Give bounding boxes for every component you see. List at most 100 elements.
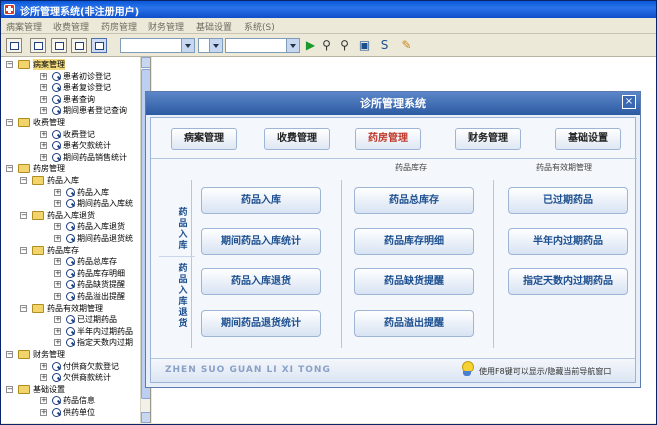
folder-icon <box>18 118 30 127</box>
expand-icon[interactable]: + <box>54 188 61 196</box>
play-icon[interactable]: ▶ <box>303 38 318 53</box>
tree-label: 期间药品入库统 <box>77 199 133 209</box>
expand-icon[interactable]: + <box>54 281 61 289</box>
tree-label: 药品总库存 <box>77 257 117 267</box>
tree-label: 期间患者登记查询 <box>63 106 127 116</box>
collapse-icon[interactable]: − <box>6 385 13 393</box>
expand-icon[interactable]: + <box>54 293 61 300</box>
view-button[interactable] <box>30 38 46 53</box>
folder-icon <box>18 384 30 394</box>
magnifier-icon <box>51 129 61 140</box>
expand-icon[interactable]: + <box>40 153 47 161</box>
section-expiry-title: 药品有效期管理 <box>536 163 592 172</box>
half-year-expiry-button[interactable]: 半年内过期药品 <box>508 228 628 255</box>
total-stock-button[interactable]: 药品总库存 <box>354 187 474 214</box>
pencil-icon[interactable]: ✎ <box>399 38 414 53</box>
expand-icon[interactable]: + <box>40 72 47 80</box>
scroll-down-button[interactable] <box>141 412 150 423</box>
tab-pharmacy[interactable]: 药房管理 <box>355 128 421 150</box>
magnifier-icon <box>65 198 75 209</box>
tree-label: 收费管理 <box>33 118 65 127</box>
refresh-icon[interactable]: S <box>377 38 392 53</box>
find-icon[interactable]: ⚲ <box>319 38 334 53</box>
expand-icon[interactable]: + <box>40 95 47 103</box>
tab-settings[interactable]: 基础设置 <box>555 128 621 150</box>
tree-label: 患者查询 <box>63 94 95 104</box>
tree-label: 药品入库退货 <box>77 222 125 232</box>
close-icon[interactable]: × <box>622 95 636 109</box>
print-icon[interactable]: ▣ <box>357 38 372 53</box>
dialog-body: 病案管理 收费管理 药房管理 财务管理 基础设置 药品库存 药品有效期管理 药品… <box>150 117 637 383</box>
tree-label: 药品库存 <box>47 245 79 255</box>
combo-3[interactable] <box>225 38 300 53</box>
magnifier-icon <box>65 256 75 267</box>
tab-divider <box>151 158 637 159</box>
folder-icon <box>18 350 30 359</box>
shortage-alert-button[interactable]: 药品缺货提醒 <box>354 268 474 295</box>
expand-icon[interactable]: + <box>40 374 47 382</box>
stock-detail-button[interactable]: 药品库存明细 <box>354 228 474 255</box>
expand-icon[interactable]: + <box>40 130 47 138</box>
magnifier-icon <box>51 407 61 418</box>
expand-icon[interactable]: + <box>54 327 61 335</box>
nav-dialog: 诊所管理系统 × 病案管理 收费管理 药房管理 财务管理 基础设置 药品库存 药… <box>145 91 641 388</box>
drug-in-button[interactable]: 药品入库 <box>201 187 321 214</box>
menu-finance[interactable]: 财务管理 <box>148 20 184 33</box>
expand-icon[interactable]: + <box>54 316 61 324</box>
combo-1[interactable] <box>120 38 195 53</box>
collapse-icon[interactable]: − <box>20 211 27 219</box>
menu-settings[interactable]: 基础设置 <box>196 20 232 33</box>
window-title: 诊所管理系统(非注册用户) <box>20 7 140 18</box>
expand-icon[interactable]: + <box>54 235 61 242</box>
export-button[interactable] <box>71 38 87 53</box>
edit-button[interactable] <box>51 38 67 53</box>
collapse-icon[interactable]: − <box>6 119 13 126</box>
menu-pharmacy[interactable]: 药房管理 <box>101 20 137 33</box>
nav-toggle-button[interactable] <box>91 38 107 53</box>
magnifier-icon <box>65 268 75 279</box>
expand-icon[interactable]: + <box>54 339 61 347</box>
menu-system[interactable]: 系统(S) <box>244 20 275 33</box>
expand-icon[interactable]: + <box>40 107 47 115</box>
magnifier-icon <box>65 279 75 290</box>
expired-button[interactable]: 已过期药品 <box>508 187 628 214</box>
menu-billing[interactable]: 收费管理 <box>53 20 89 33</box>
new-button[interactable] <box>6 38 22 53</box>
drug-return-button[interactable]: 药品入库退货 <box>201 268 321 295</box>
magnifier-icon <box>51 71 61 82</box>
expand-icon[interactable]: + <box>54 200 61 208</box>
menu-cases[interactable]: 病案管理 <box>6 20 42 33</box>
magnifier-icon <box>51 372 61 383</box>
expand-icon[interactable]: + <box>40 397 47 405</box>
drug-in-stats-button[interactable]: 期间药品入库统计 <box>201 228 321 255</box>
brand-text: ZHEN SUO GUAN LI XI TONG <box>165 365 331 375</box>
combo-2[interactable] <box>198 38 223 53</box>
tab-billing[interactable]: 收费管理 <box>264 128 330 150</box>
folder-icon <box>32 176 44 185</box>
collapse-icon[interactable]: − <box>20 177 27 184</box>
expand-icon[interactable]: + <box>54 223 61 231</box>
magnifier-icon <box>51 152 61 163</box>
expand-icon[interactable]: + <box>40 142 47 150</box>
expand-icon[interactable]: + <box>54 269 61 277</box>
collapse-icon[interactable]: − <box>6 351 13 358</box>
collapse-icon[interactable]: − <box>20 304 27 312</box>
tree-label: 基础设置 <box>33 384 65 394</box>
drug-return-stats-button[interactable]: 期间药品退货统计 <box>201 310 321 337</box>
tab-finance[interactable]: 财务管理 <box>455 128 521 150</box>
tab-cases[interactable]: 病案管理 <box>171 128 237 150</box>
expand-icon[interactable]: + <box>40 362 47 370</box>
expand-icon[interactable]: + <box>40 409 47 416</box>
expand-icon[interactable]: + <box>54 258 61 266</box>
collapse-icon[interactable]: − <box>6 61 13 68</box>
overflow-alert-button[interactable]: 药品溢出提醒 <box>354 310 474 337</box>
tree-label: 药品有效期管理 <box>47 303 103 313</box>
tree-label: 期间药品退货统 <box>77 234 133 243</box>
collapse-icon[interactable]: − <box>20 246 27 254</box>
collapse-icon[interactable]: − <box>6 165 13 173</box>
days-expiry-button[interactable]: 指定天数内过期药品 <box>508 268 628 295</box>
find-next-icon[interactable]: ⚲ <box>337 38 352 53</box>
scroll-up-button[interactable] <box>141 57 150 68</box>
expand-icon[interactable]: + <box>40 84 47 92</box>
tree-label: 病案管理 <box>33 59 65 70</box>
